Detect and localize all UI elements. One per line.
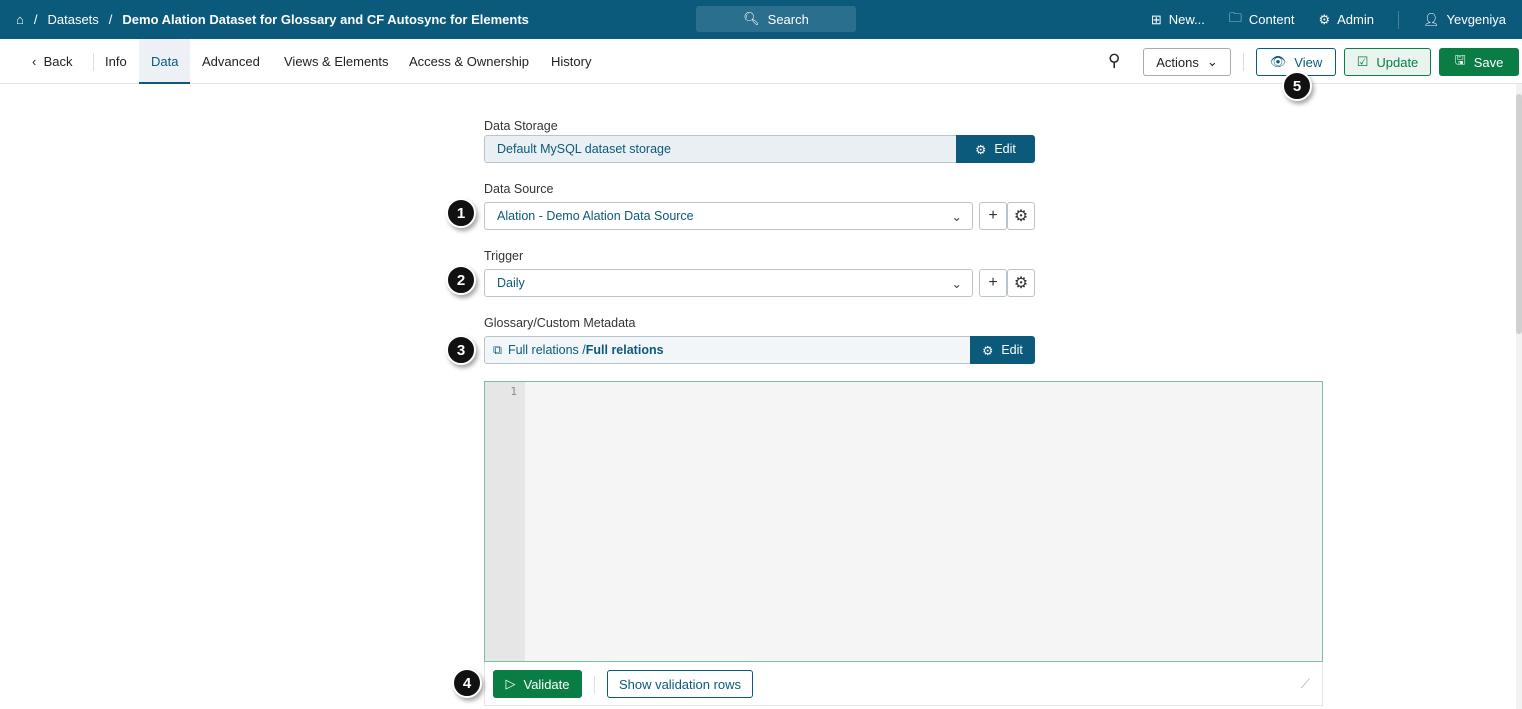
scrollbar-thumb[interactable] [1516,94,1522,334]
top-bar: ⌂ / Datasets / Demo Alation Dataset for Gl… [0,0,1522,39]
trigger-settings-button[interactable]: ⚙ [1007,269,1035,297]
eye-icon: 👁︎ [1269,54,1287,69]
sql-editor[interactable]: 1 [484,381,1323,662]
trigger-select[interactable]: Daily ⌄ [484,269,973,297]
home-icon[interactable]: ⌂ [16,12,24,27]
step-badge-2: 2 [446,265,476,295]
check-square-icon: ☑ [1356,54,1369,69]
step-badge-4: 4 [452,668,482,698]
user-menu[interactable]: 👤︎ Yevgeniya [1423,12,1506,28]
search-icon[interactable]: ⚲ [1108,51,1120,71]
gear-icon: ⚙ [975,142,987,157]
divider [1397,10,1399,29]
chevron-down-icon: ⌄ [951,209,962,224]
add-trigger-button[interactable]: + [979,269,1007,297]
show-validation-rows-button[interactable]: Show validation rows [607,670,753,698]
user-icon: 👤︎ [1422,11,1440,27]
actions-dropdown[interactable]: Actions ⌄ [1143,48,1231,76]
tab-info[interactable]: Info [93,39,139,84]
gear-icon: ⚙ [982,343,994,358]
source-settings-button[interactable]: ⚙ [1007,202,1035,230]
chevron-down-icon: ⌄ [1206,54,1218,69]
data-storage-field: Default MySQL dataset storage [484,135,957,163]
update-button[interactable]: ☑ Update [1344,48,1431,76]
add-source-button[interactable]: + [979,202,1007,230]
breadcrumb-current: Demo Alation Dataset for Glossary and CF… [122,12,529,27]
tab-views-elements[interactable]: Views & Elements [272,39,401,84]
glossary-label: Glossary/Custom Metadata [484,316,636,330]
data-storage-label: Data Storage [484,119,558,133]
editor-footer: ▷ Validate Show validation rows ⟋ [484,662,1323,706]
chevron-down-icon: ⌄ [951,276,962,291]
tab-advanced[interactable]: Advanced [190,39,272,84]
glossary-field: ⧉ Full relations / Full relations [484,336,971,364]
validate-button[interactable]: ▷ Validate [493,670,582,698]
folder-icon: 🗀 [1228,9,1242,25]
content-button[interactable]: 🗀 Content [1229,9,1295,31]
search-button[interactable]: 🔍︎ Search [696,6,856,32]
data-source-select[interactable]: Alation - Demo Alation Data Source ⌄ [484,202,973,230]
breadcrumb: ⌂ / Datasets / Demo Alation Dataset for Gl… [16,12,529,27]
step-badge-5: 5 [1282,71,1312,101]
tab-history[interactable]: History [539,39,603,84]
breadcrumb-datasets[interactable]: Datasets [47,12,98,27]
gear-icon: ⚙ [1318,11,1331,27]
tab-data[interactable]: Data [139,39,191,84]
new-button[interactable]: ⊞ New... [1151,12,1205,28]
search-icon: 🔍︎ [743,11,760,26]
data-source-label: Data Source [484,182,554,196]
line-number: 1 [485,382,525,661]
storage-edit-button[interactable]: ⚙ Edit [956,135,1035,163]
divider [1243,53,1244,71]
play-circle-icon: ▷ [505,676,516,691]
relations-icon: ⧉ [493,342,502,357]
save-icon: 🖫 [1454,52,1466,67]
divider [594,676,595,694]
glossary-edit-button[interactable]: ⚙ Edit [970,336,1035,364]
resize-handle-icon[interactable]: ⟋ [1301,676,1310,692]
scrollbar[interactable] [1516,84,1522,709]
tab-access-ownership[interactable]: Access & Ownership [397,39,541,84]
step-badge-1: 1 [446,198,476,228]
back-button[interactable]: ‹ Back [20,39,84,84]
trigger-label: Trigger [484,249,524,263]
plus-square-icon: ⊞ [1150,11,1162,27]
save-button[interactable]: 🖫 Save [1439,48,1519,76]
step-badge-3: 3 [446,335,476,365]
admin-button[interactable]: ⚙ Admin [1318,12,1374,28]
